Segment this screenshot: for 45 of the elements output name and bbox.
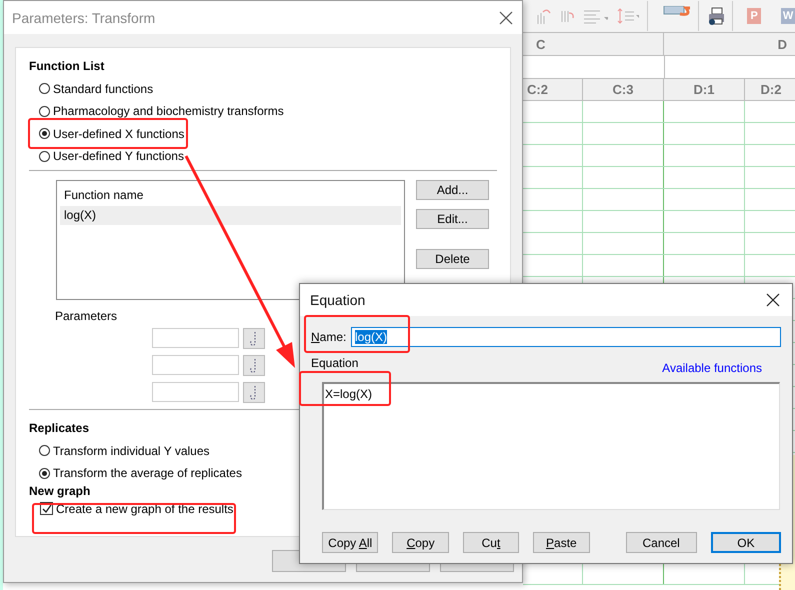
parameter-field[interactable]: [152, 355, 239, 375]
column-header[interactable]: D:1: [664, 79, 745, 100]
checkmark-icon: [41, 502, 52, 514]
section-heading: Replicates: [29, 421, 90, 437]
function-item[interactable]: log(X): [60, 206, 401, 225]
equation-label: Equation: [311, 356, 358, 370]
window-title: Parameters: Transform: [12, 10, 156, 26]
available-functions-link[interactable]: Available functions: [662, 361, 762, 375]
dialog-button[interactable]: Cut: [462, 532, 520, 553]
list-button[interactable]: Add...: [416, 180, 489, 200]
parameter-picker-button[interactable]: [243, 382, 265, 403]
column-header[interactable]: D:2: [745, 79, 795, 100]
equation-field[interactable]: X=log(X): [322, 382, 780, 510]
printer-icon[interactable]: [707, 6, 724, 26]
radio-option[interactable]: Pharmacology and biochemistry transforms: [39, 102, 284, 120]
parameter-field[interactable]: [152, 382, 239, 402]
column-header[interactable]: C:3: [583, 79, 664, 100]
dialog-button[interactable]: Copy All: [322, 532, 378, 553]
checkbox-option[interactable]: Create a new graph of the results: [40, 500, 234, 517]
name-field[interactable]: log(X): [351, 326, 781, 346]
radio-option[interactable]: Transform the average of replicates: [39, 464, 242, 482]
list-header: Function name: [63, 187, 144, 204]
radio-option[interactable]: Transform individual Y values: [39, 442, 210, 459]
radio-option[interactable]: Standard functions: [39, 80, 154, 97]
radio-option[interactable]: User-defined Y functions: [39, 148, 184, 164]
radio-option[interactable]: User-defined X functions: [39, 125, 184, 142]
parameter-picker-button[interactable]: [243, 328, 265, 349]
list-button[interactable]: Delete: [416, 249, 489, 269]
parameter-field[interactable]: [152, 328, 239, 348]
close-icon[interactable]: [499, 10, 513, 24]
section-heading: New graph: [29, 484, 92, 500]
dialog-button[interactable]: Copy: [392, 532, 449, 553]
name-label: Name:: [311, 330, 343, 344]
bars-undo-icon[interactable]: [535, 7, 551, 25]
close-icon[interactable]: [766, 293, 780, 307]
dialog-button[interactable]: OK: [710, 532, 782, 553]
line-spacing-icon[interactable]: [616, 7, 639, 25]
dialog-button[interactable]: Paste: [533, 532, 590, 553]
parameters-label: Parameters: [55, 309, 118, 325]
list-button[interactable]: Edit...: [416, 209, 489, 229]
parameter-picker-button[interactable]: [243, 355, 265, 376]
column-header[interactable]: D: [664, 33, 795, 55]
section-heading: Function List: [29, 59, 106, 75]
window-title: Equation: [310, 292, 366, 308]
dialog-button[interactable]: Cancel: [626, 532, 697, 553]
